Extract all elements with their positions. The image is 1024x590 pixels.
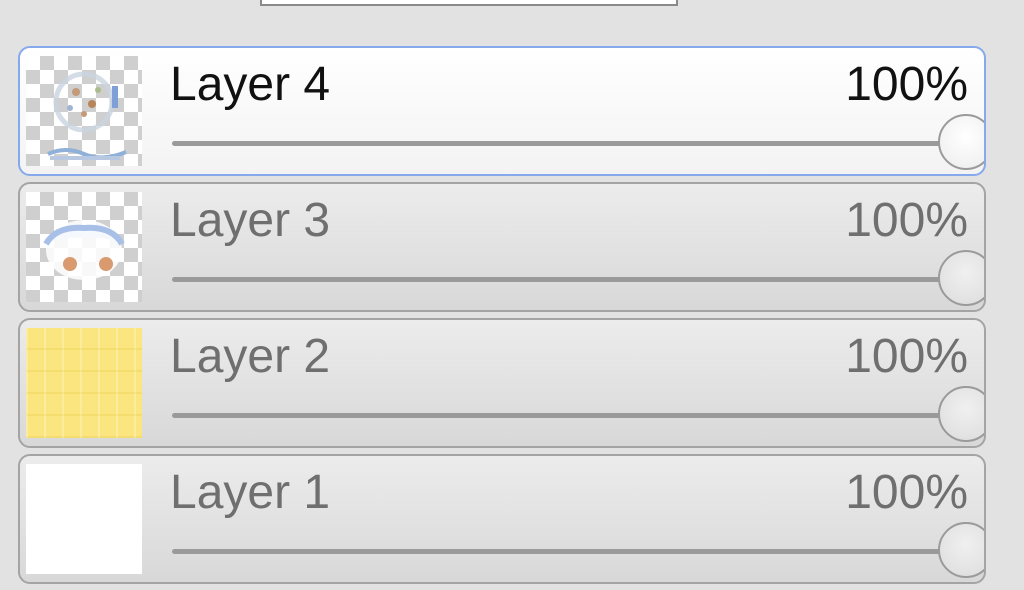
layer-row-4[interactable]: Layer 4 100%: [18, 46, 986, 176]
slider-thumb[interactable]: [938, 386, 984, 442]
layer-opacity-slider[interactable]: [172, 114, 984, 170]
layer-opacity-label: 100%: [845, 194, 968, 247]
layer-thumbnail: [26, 56, 142, 166]
slider-thumb[interactable]: [938, 522, 984, 578]
slider-track: [172, 277, 966, 282]
slider-track: [172, 413, 966, 418]
layer-opacity-label: 100%: [845, 466, 968, 519]
layer-row-2[interactable]: Layer 2 100%: [18, 318, 986, 448]
layer-row-1[interactable]: Layer 1 100%: [18, 454, 986, 584]
slider-track: [172, 549, 966, 554]
layers-panel: Layer 4 100% Layer 3 100% Layer 2 100% L…: [18, 46, 986, 590]
layer-row-3[interactable]: Layer 3 100%: [18, 182, 986, 312]
layer-name-field[interactable]: [260, 0, 678, 6]
layer-name: Layer 1: [170, 466, 331, 519]
layer-name: Layer 3: [170, 194, 331, 247]
layer-thumbnail: [26, 328, 142, 438]
slider-thumb[interactable]: [938, 114, 984, 170]
layer-opacity-slider[interactable]: [172, 250, 984, 306]
layer-name: Layer 2: [170, 330, 331, 383]
layer-opacity-slider[interactable]: [172, 386, 984, 442]
layer-opacity-slider[interactable]: [172, 522, 984, 578]
slider-thumb[interactable]: [938, 250, 984, 306]
layer-name: Layer 4: [170, 58, 331, 111]
layer-thumbnail: [26, 192, 142, 302]
layer-thumbnail: [26, 464, 142, 574]
layer-opacity-label: 100%: [845, 330, 968, 383]
layer-opacity-label: 100%: [845, 58, 968, 111]
slider-track: [172, 141, 966, 146]
